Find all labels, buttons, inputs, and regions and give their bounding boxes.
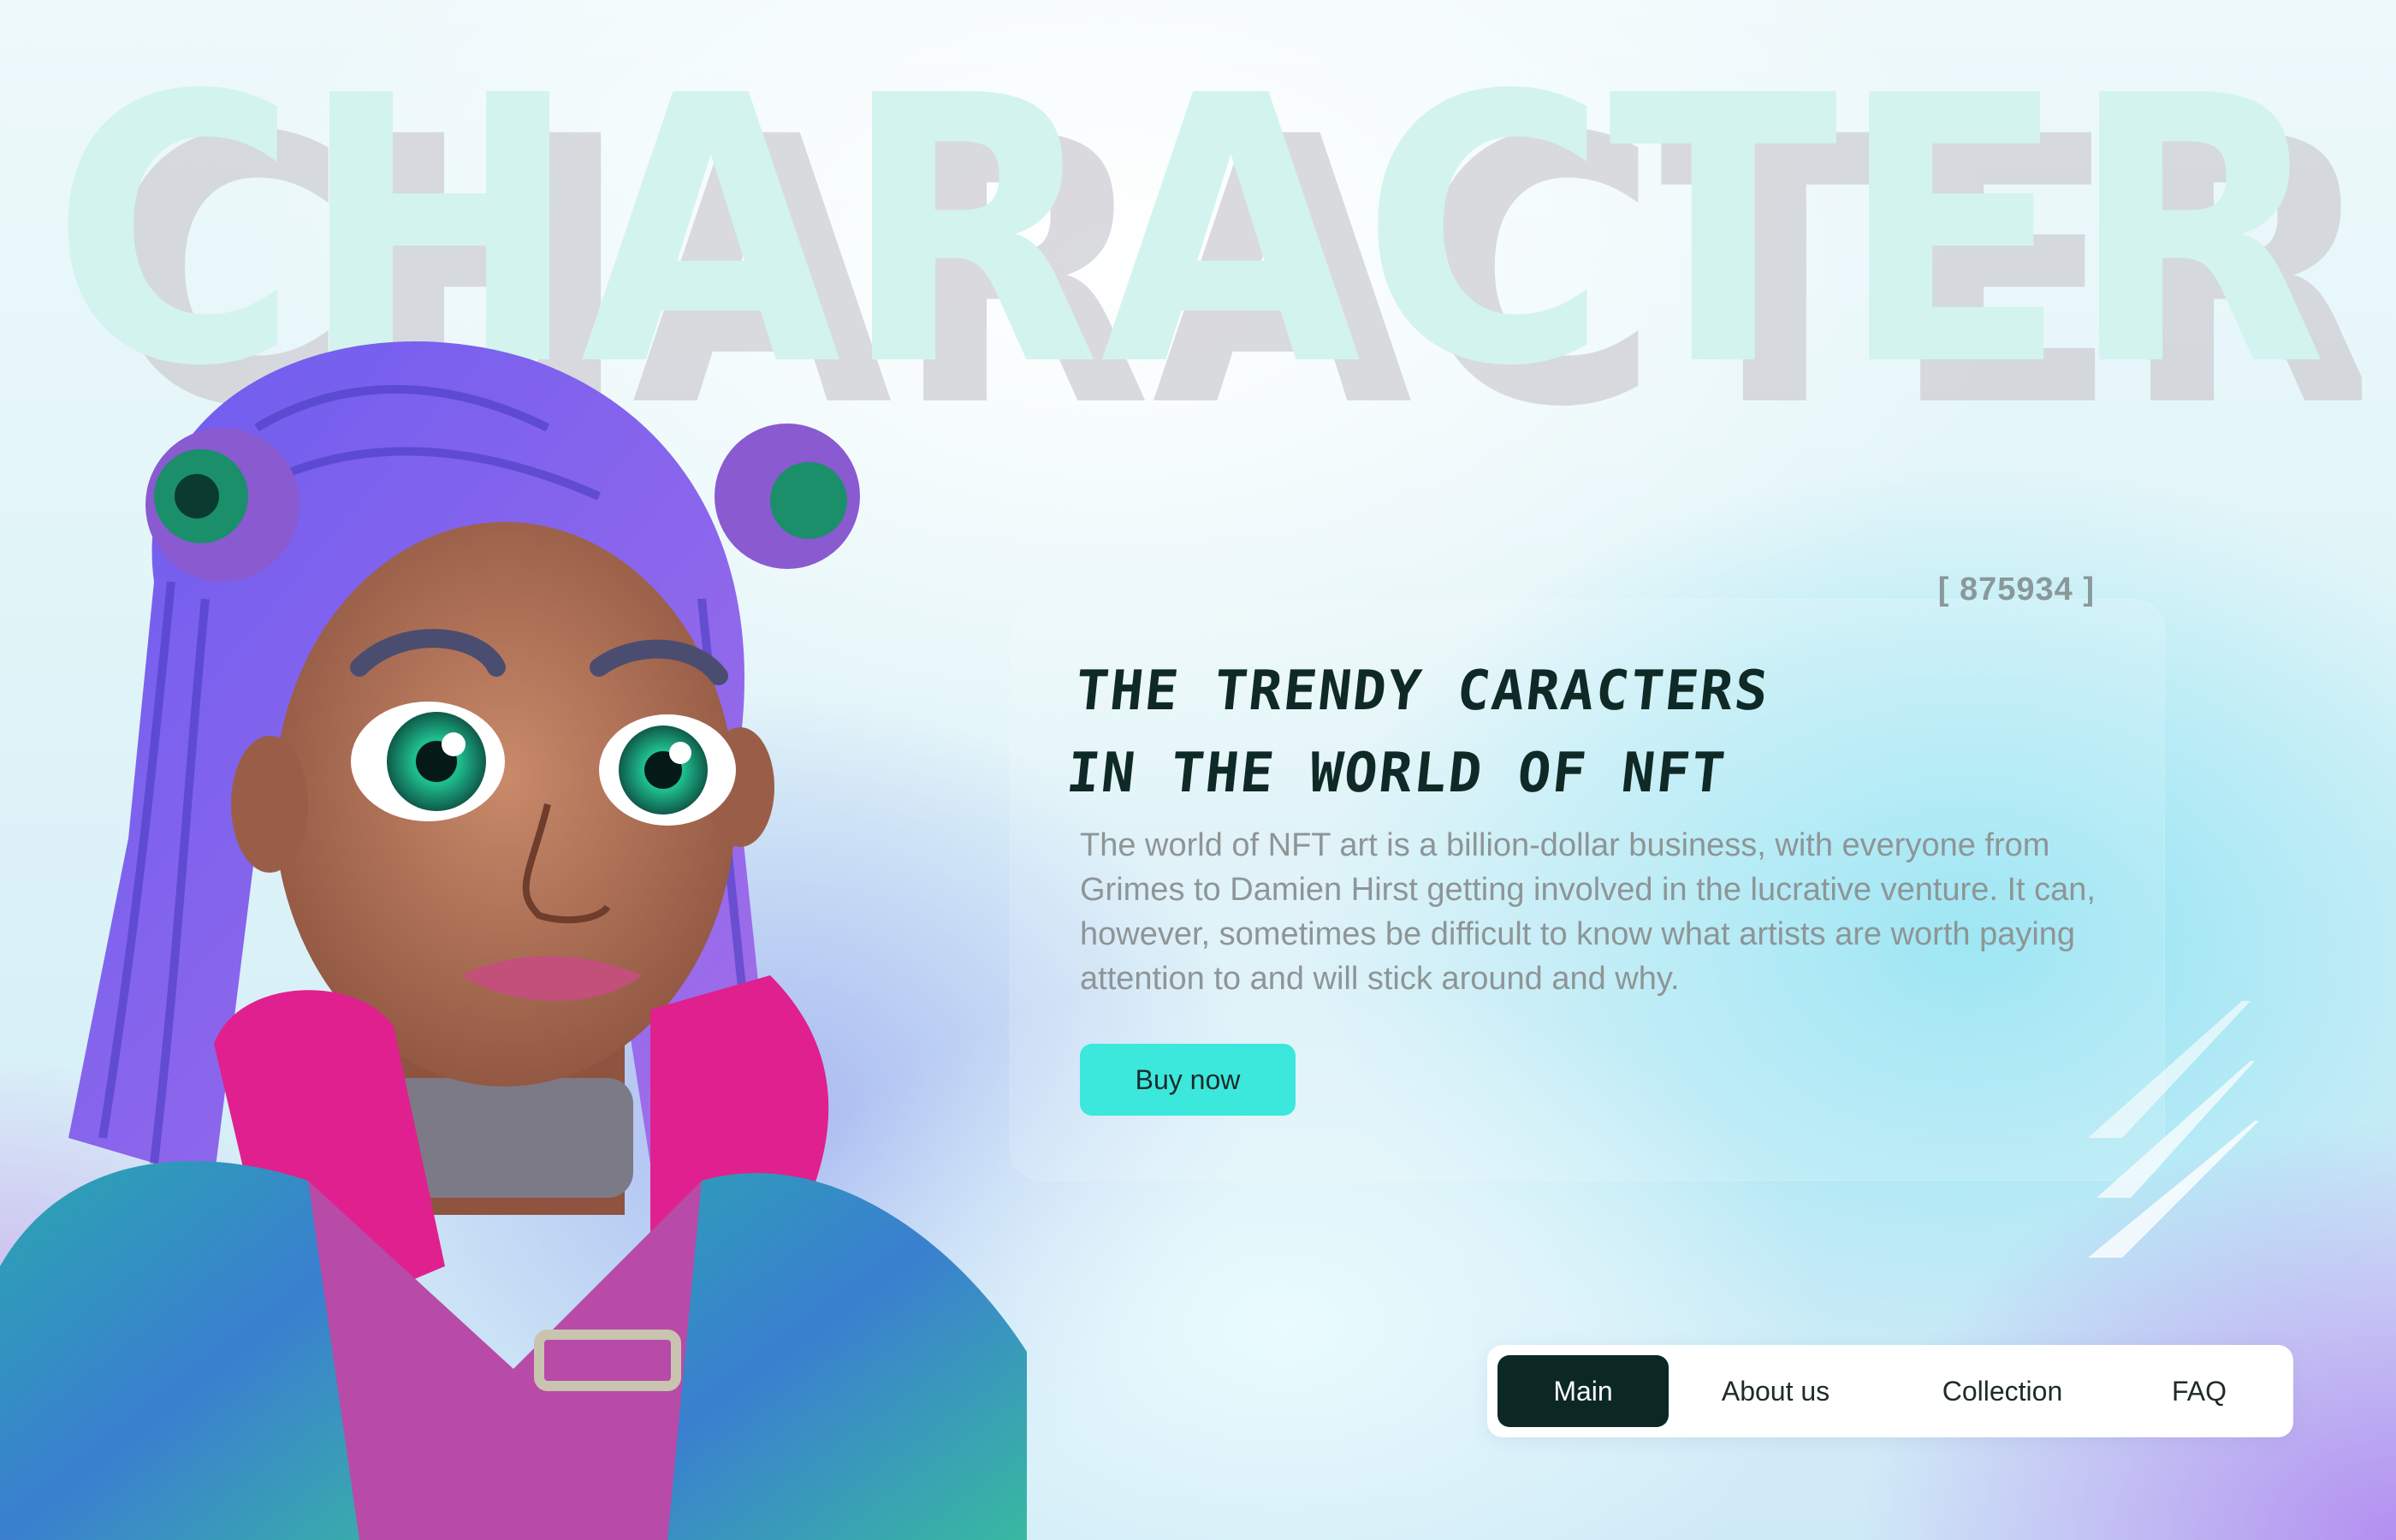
slash-decoration-icon <box>2071 992 2268 1266</box>
headline-line-2: IN THE WORLD OF NFT <box>1063 742 1729 805</box>
description: The world of NFT art is a billion-dollar… <box>1080 827 2096 997</box>
headline-line-1: THE TRENDY CARACTERS <box>1072 660 1773 723</box>
headline: THE TRENDY CARACTERS IN THE WORLD OF NFT <box>1063 650 2107 814</box>
token-id: [ 875934 ] <box>1937 572 2095 607</box>
character-illustration <box>0 325 1027 1540</box>
nav-item-main[interactable]: Main <box>1498 1355 1669 1427</box>
nav-item-faq[interactable]: FAQ <box>2122 1355 2276 1427</box>
main-navigation: Main About us Collection FAQ <box>1487 1345 2293 1437</box>
nav-item-about-us[interactable]: About us <box>1669 1355 1883 1427</box>
buy-now-button[interactable]: Buy now <box>1080 1044 1296 1116</box>
nav-item-collection[interactable]: Collection <box>1883 1355 2122 1427</box>
